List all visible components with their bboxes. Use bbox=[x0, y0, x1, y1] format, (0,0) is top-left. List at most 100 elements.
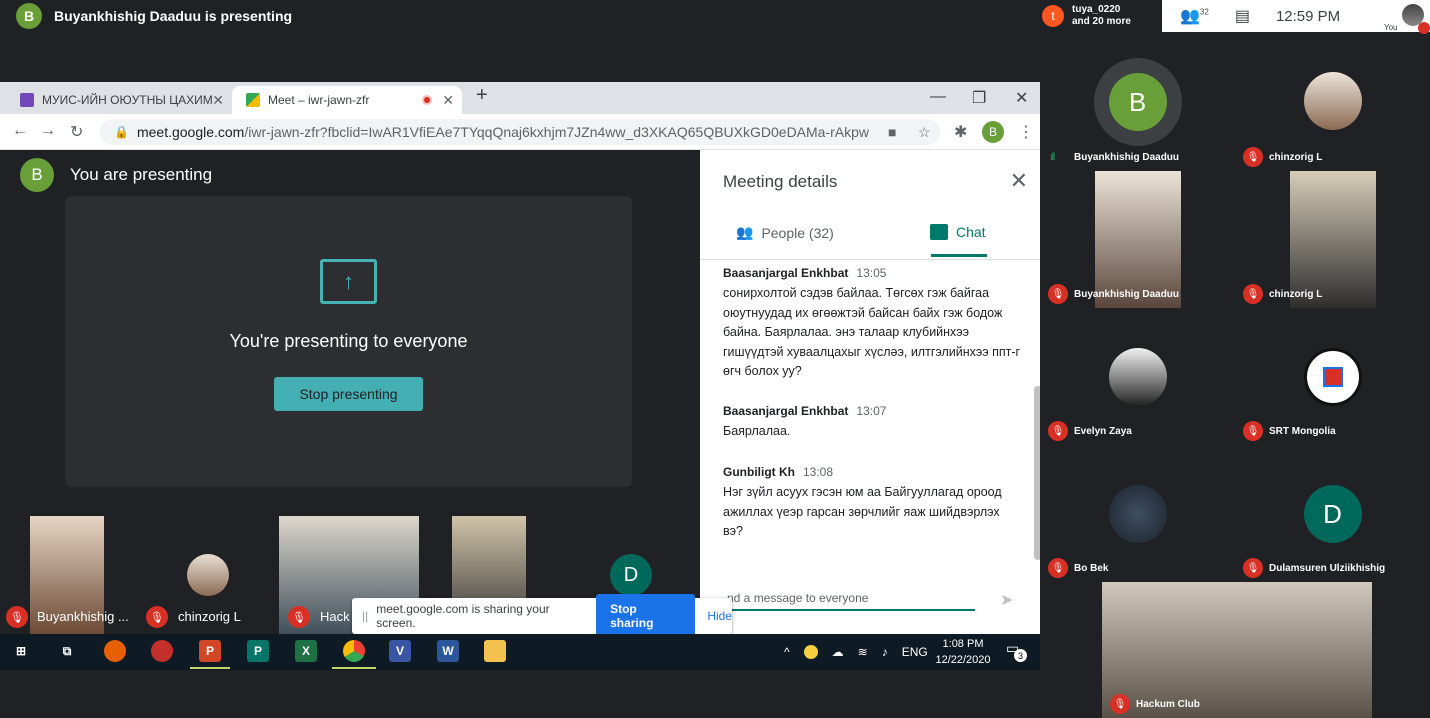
reload-icon[interactable]: ↻ bbox=[70, 122, 83, 142]
participant-tile[interactable]: 🎙 chinzorig L bbox=[1235, 34, 1430, 171]
avatar bbox=[1108, 348, 1167, 406]
participant-tile[interactable]: 🎙 Bo Bek bbox=[1040, 445, 1235, 582]
mic-off-icon: 🎙 bbox=[1048, 558, 1068, 578]
notifications-icon[interactable]: ▭ 3 bbox=[1006, 640, 1028, 662]
mic-off-icon: 🎙 bbox=[1048, 421, 1068, 441]
volume-icon[interactable]: ♪ bbox=[882, 645, 888, 659]
chat-input[interactable]: nd a message to everyone bbox=[727, 591, 868, 605]
you-presenting-label: You are presenting bbox=[70, 165, 213, 184]
people-icon[interactable]: 👥32 bbox=[1180, 6, 1209, 26]
participant-name: Buyankhishig Daaduu bbox=[1074, 152, 1180, 163]
send-icon[interactable]: ➤ bbox=[1000, 590, 1013, 610]
windows-taskbar: ⊞ ⧉ P P X V W ^ ☁ ≋ ♪ ENG 1:08 PM 12/22/… bbox=[0, 634, 1040, 670]
publisher-icon[interactable]: P bbox=[247, 640, 269, 662]
meet-controls: 👥32 ▤ 12:59 PM bbox=[1180, 0, 1340, 32]
chat-messages: Baasanjargal Enkhbat 13:05 сонирхолтой сэ… bbox=[723, 266, 1023, 560]
logo-mark bbox=[1322, 367, 1343, 387]
mic-off-icon: 🎙 bbox=[1243, 421, 1263, 441]
tab-chat[interactable]: Chat bbox=[930, 224, 986, 240]
tab-muis[interactable]: МУИС-ИЙН ОЮУТНЫ ЦАХИМ ✕ bbox=[6, 86, 232, 114]
camera-icon[interactable]: ■ bbox=[888, 124, 896, 140]
system-tray: ^ ☁ ≋ ♪ ENG bbox=[784, 634, 928, 670]
avatar: B bbox=[1108, 73, 1167, 131]
tab-meet[interactable]: Meet – iwr-jawn-zfr ✕ bbox=[232, 86, 462, 114]
app-tray-icon[interactable] bbox=[803, 645, 818, 659]
hide-button[interactable]: Hide bbox=[707, 609, 732, 623]
screen: B Buyankhishig Daaduu is presenting МУИС… bbox=[0, 0, 1430, 718]
notification-count: 3 bbox=[1014, 649, 1027, 662]
file-explorer-icon[interactable] bbox=[484, 640, 506, 662]
start-icon[interactable]: ⊞ bbox=[10, 640, 32, 662]
minimize-icon[interactable]: — bbox=[930, 88, 946, 106]
participant-tile[interactable]: 🎙 Evelyn Zaya bbox=[1040, 308, 1235, 445]
chat-message: Gunbiligt Kh 13:08 Нэг зүйл асуух гэсэн ю… bbox=[723, 465, 1023, 542]
participant-tile[interactable]: 🎙 chinzorig L bbox=[1235, 171, 1430, 308]
chevron-up-icon[interactable]: ^ bbox=[784, 645, 790, 659]
divider bbox=[700, 259, 1044, 260]
cloud-icon[interactable]: ☁ bbox=[832, 645, 844, 659]
close-window-icon[interactable]: ✕ bbox=[1015, 88, 1028, 108]
message-text: сонирхолтой сэдэв байлаа. Төгсөх гэж бай… bbox=[723, 286, 1021, 378]
profile-avatar[interactable]: B bbox=[982, 121, 1004, 143]
participant-name: chinzorig L bbox=[1269, 289, 1323, 300]
chrome-icon[interactable] bbox=[343, 640, 365, 662]
powerpoint-icon[interactable]: P bbox=[199, 640, 221, 662]
srt-logo-avatar bbox=[1303, 348, 1362, 406]
stop-sharing-button[interactable]: Stop sharing bbox=[596, 594, 696, 638]
participant-name: Dulamsuren Ulziikhishig bbox=[1269, 563, 1386, 574]
forward-icon[interactable]: → bbox=[40, 122, 56, 140]
opera-icon[interactable] bbox=[151, 640, 173, 662]
mic-off-icon: 🎙 bbox=[146, 606, 168, 628]
clock[interactable]: 1:08 PM 12/22/2020 bbox=[930, 636, 996, 668]
tab-people[interactable]: 👥 People (32) bbox=[736, 224, 834, 241]
meet-participants-panel: t tuya_0220 and 20 more 👥32 ▤ 12:59 PM Y… bbox=[1040, 0, 1430, 718]
back-icon[interactable]: ← bbox=[12, 122, 28, 140]
participant-tile[interactable]: 🎙 Hackum Club bbox=[1102, 582, 1372, 718]
active-indicator bbox=[332, 667, 376, 669]
restore-icon[interactable]: ❐ bbox=[972, 88, 986, 108]
chat-icon[interactable]: ▤ bbox=[1235, 6, 1250, 26]
self-avatar: B bbox=[20, 158, 54, 192]
self-view[interactable]: You bbox=[1384, 4, 1430, 34]
toolbar: ← → ↻ 🔒 meet.google.com/iwr-jawn-zfr?fbc… bbox=[0, 114, 1044, 150]
participant-tile[interactable]: D 🎙 Dulamsuren Ulziikhishig bbox=[1235, 445, 1430, 582]
people-count: 32 bbox=[1199, 7, 1209, 17]
close-icon[interactable]: ✕ bbox=[1010, 168, 1028, 194]
message-author: Gunbiligt Kh bbox=[723, 465, 795, 479]
word-icon[interactable]: W bbox=[437, 640, 459, 662]
details-title: Meeting details bbox=[723, 172, 838, 191]
chat-tab-label: Chat bbox=[956, 224, 986, 240]
firefox-icon[interactable] bbox=[104, 640, 126, 662]
wifi-icon[interactable]: ≋ bbox=[858, 645, 868, 659]
star-icon[interactable]: ☆ bbox=[918, 124, 931, 141]
close-icon[interactable]: ✕ bbox=[212, 92, 224, 109]
chrome-window: МУИС-ИЙН ОЮУТНЫ ЦАХИМ ✕ Meet – iwr-jawn-… bbox=[0, 82, 1044, 634]
mic-off-icon: 🎙 bbox=[288, 606, 310, 628]
join-notification: t tuya_0220 and 20 more bbox=[1040, 0, 1162, 32]
task-view-icon[interactable]: ⧉ bbox=[56, 640, 78, 662]
recording-icon bbox=[422, 95, 432, 105]
language-indicator[interactable]: ENG bbox=[902, 645, 928, 659]
screen-share-notice: || meet.google.com is sharing your scree… bbox=[352, 594, 732, 638]
visio-icon[interactable]: V bbox=[389, 640, 411, 662]
avatar bbox=[1303, 72, 1362, 130]
meet-top-bar: t tuya_0220 and 20 more 👥32 ▤ 12:59 PM Y… bbox=[1040, 0, 1430, 34]
participant-tile[interactable]: B ıll Buyankhishig Daaduu bbox=[1040, 34, 1235, 171]
extensions-icon[interactable]: ✱ bbox=[954, 122, 967, 142]
film-name: Buyankhishig ... bbox=[37, 609, 129, 624]
participant-tile[interactable]: 🎙 Buyankhishig Daaduu bbox=[1040, 171, 1235, 308]
stop-presenting-button[interactable]: Stop presenting bbox=[274, 377, 423, 411]
address-bar[interactable]: 🔒 meet.google.com/iwr-jawn-zfr?fbclid=Iw… bbox=[100, 119, 940, 145]
url-path: /iwr-jawn-zfr?fbclid=IwAR1VfiEAe7TYqqQna… bbox=[244, 124, 870, 140]
url-host: meet.google.com bbox=[136, 124, 245, 140]
participant-tile[interactable]: 🎙 SRT Mongolia bbox=[1235, 308, 1430, 445]
meeting-details-panel: Meeting details ✕ 👥 People (32) Chat Baa… bbox=[700, 150, 1044, 634]
drag-handle-icon[interactable]: || bbox=[362, 609, 368, 623]
menu-icon[interactable]: ⋮ bbox=[1018, 122, 1034, 142]
new-tab-icon[interactable]: + bbox=[476, 84, 488, 107]
mic-off-icon: 🎙 bbox=[1243, 147, 1263, 167]
excel-icon[interactable]: X bbox=[295, 640, 317, 662]
message-text: Баярлалаа. bbox=[723, 423, 791, 438]
mic-off-icon: 🎙 bbox=[1243, 558, 1263, 578]
close-icon[interactable]: ✕ bbox=[442, 92, 454, 109]
